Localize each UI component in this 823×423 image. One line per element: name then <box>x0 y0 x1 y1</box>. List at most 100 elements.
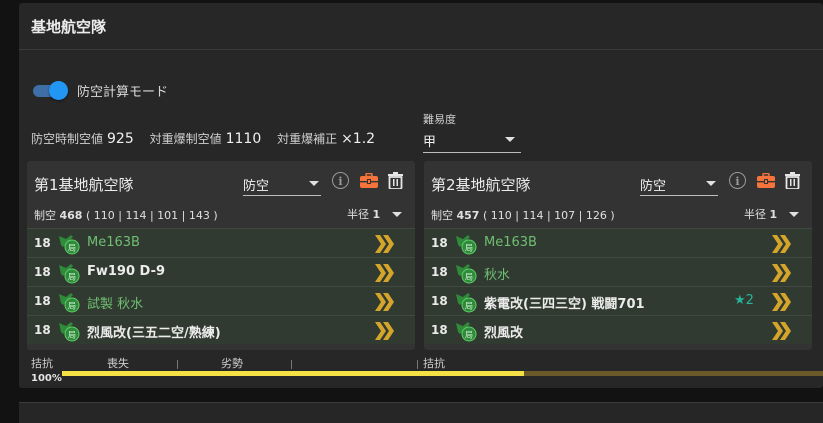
air-state-label: 喪失 <box>107 357 129 370</box>
proficiency-chevron-icon[interactable] <box>374 321 396 341</box>
proficiency-chevron-icon[interactable] <box>771 292 793 312</box>
bar-tick <box>417 360 418 369</box>
air-state-percent: 100% <box>31 373 62 384</box>
range-select[interactable]: 半径 1 <box>744 206 799 222</box>
mode-select[interactable]: 防空 <box>243 173 321 196</box>
slot-list: 18 局 Me163B 18 局 秋水 18 局 紫電改(三四三空) 戦闘701… <box>424 228 812 344</box>
chevron-down-icon <box>391 212 402 217</box>
slot-count: 18 <box>431 236 448 250</box>
toolbox-icon[interactable] <box>360 173 378 189</box>
air-label: 制空 <box>34 209 56 222</box>
air-value: 457 <box>456 209 480 222</box>
range-select[interactable]: 半径 1 <box>347 206 402 222</box>
interceptor-plane-icon: 局 <box>456 235 477 255</box>
slot-row[interactable]: 18 局 紫電改(三四三空) 戦闘701 ★2 <box>424 286 812 315</box>
toolbox-icon[interactable] <box>757 173 775 189</box>
slot-row[interactable]: 18 局 秋水 <box>424 257 812 286</box>
info-icon[interactable]: i <box>729 172 746 189</box>
base-card-2: 第2基地航空隊 防空 i 制空 457 ( 110 | 114 | 107 | … <box>424 161 812 350</box>
base-title: 第1基地航空隊 <box>34 176 134 194</box>
slot-row[interactable]: 18 局 烈風改(三五二空/熟練) <box>27 315 415 344</box>
mode-select[interactable]: 防空 <box>640 173 718 196</box>
heavy-air-label: 対重爆制空値 <box>149 132 222 146</box>
info-icon[interactable]: i <box>332 172 349 189</box>
svg-text:局: 局 <box>68 244 76 253</box>
equipment-name: Me163B <box>87 235 140 250</box>
slot-count: 18 <box>34 294 51 308</box>
heavy-air-value: 1110 <box>225 131 262 147</box>
difficulty-value: 甲 <box>423 135 437 150</box>
difficulty-select[interactable]: 甲 <box>423 127 521 153</box>
range-value: 1 <box>769 208 778 221</box>
interceptor-plane-icon: 局 <box>59 264 80 284</box>
equipment-name: 烈風改 <box>484 326 524 341</box>
air-power-line: 制空 457 ( 110 | 114 | 107 | 126 ) <box>431 207 615 223</box>
trash-icon[interactable] <box>785 172 800 189</box>
equipment-name: 試製 秋水 <box>87 297 144 312</box>
proficiency-chevron-icon[interactable] <box>374 292 396 312</box>
air-detail: ( 110 | 114 | 107 | 126 ) <box>482 209 615 222</box>
slot-count: 18 <box>431 265 448 279</box>
chevron-down-icon <box>309 181 319 186</box>
proficiency-chevron-icon[interactable] <box>374 263 396 283</box>
air-defense-mode-toggle[interactable] <box>33 80 69 102</box>
proficiency-chevron-icon[interactable] <box>771 263 793 283</box>
svg-text:局: 局 <box>465 302 473 311</box>
interceptor-plane-icon: 局 <box>59 293 80 313</box>
trash-icon[interactable] <box>388 172 403 189</box>
equipment-name: Me163B <box>484 235 537 250</box>
interceptor-plane-icon: 局 <box>59 322 80 342</box>
range-label: 半径 <box>347 208 369 221</box>
svg-text:局: 局 <box>465 331 473 340</box>
air-state-bar <box>62 371 823 376</box>
slot-row[interactable]: 18 局 試製 秋水 <box>27 286 415 315</box>
interceptor-plane-icon: 局 <box>456 264 477 284</box>
range-value: 1 <box>372 208 381 221</box>
svg-text:局: 局 <box>68 273 76 282</box>
proficiency-chevron-icon[interactable] <box>374 234 396 254</box>
equipment-name: 烈風改(三五二空/熟練) <box>87 326 221 341</box>
equipment-name: 紫電改(三四三空) 戦闘701 <box>484 297 645 312</box>
interceptor-plane-icon: 局 <box>59 235 80 255</box>
defense-stats: 防空時制空値 925 対重爆制空値 1110 対重爆補正 ×1.2 <box>31 130 387 147</box>
heavy-bonus-value: ×1.2 <box>341 131 376 147</box>
slot-count: 18 <box>431 294 448 308</box>
svg-text:局: 局 <box>465 244 473 253</box>
chevron-down-icon <box>788 212 799 217</box>
air-state-label: 拮抗 <box>423 357 445 370</box>
slot-row[interactable]: 18 局 Fw190 D-9 <box>27 257 415 286</box>
interceptor-plane-icon: 局 <box>456 293 477 313</box>
air-state-label: 拮抗 <box>31 357 53 370</box>
proficiency-chevron-icon[interactable] <box>771 234 793 254</box>
slot-count: 18 <box>34 236 51 250</box>
heavy-bonus-label: 対重爆補正 <box>277 132 338 146</box>
bar-tick <box>177 360 178 369</box>
air-power-line: 制空 468 ( 110 | 114 | 101 | 143 ) <box>34 207 218 223</box>
slot-row[interactable]: 18 局 Me163B <box>27 228 415 257</box>
chevron-down-icon <box>505 137 515 142</box>
chevron-down-icon <box>706 181 716 186</box>
toggle-thumb <box>49 81 68 100</box>
proficiency-chevron-icon[interactable] <box>771 321 793 341</box>
svg-text:局: 局 <box>68 302 76 311</box>
mode-value: 防空 <box>640 179 667 194</box>
toggle-label: 防空計算モード <box>77 85 169 100</box>
air-detail: ( 110 | 114 | 101 | 143 ) <box>85 209 218 222</box>
divider <box>19 49 823 50</box>
bar-tick <box>291 360 292 369</box>
slot-row[interactable]: 18 局 Me163B <box>424 228 812 257</box>
slot-row[interactable]: 18 局 烈風改 <box>424 315 812 344</box>
panel-title: 基地航空隊 <box>31 18 107 36</box>
interceptor-plane-icon: 局 <box>456 322 477 342</box>
defense-air-label: 防空時制空値 <box>31 132 104 146</box>
air-state-bar-fill <box>62 371 524 376</box>
difficulty-label: 難易度 <box>423 113 456 126</box>
base-card-1: 第1基地航空隊 防空 i 制空 468 ( 110 | 114 | 101 | … <box>27 161 415 350</box>
base-title: 第2基地航空隊 <box>431 176 531 194</box>
air-label: 制空 <box>431 209 453 222</box>
air-state-label: 劣勢 <box>221 357 243 370</box>
air-value: 468 <box>59 209 83 222</box>
svg-text:局: 局 <box>68 331 76 340</box>
slot-count: 18 <box>34 265 51 279</box>
base-air-panel: 基地航空隊 防空計算モード 防空時制空値 925 対重爆制空値 1110 対重爆補正… <box>19 3 823 388</box>
